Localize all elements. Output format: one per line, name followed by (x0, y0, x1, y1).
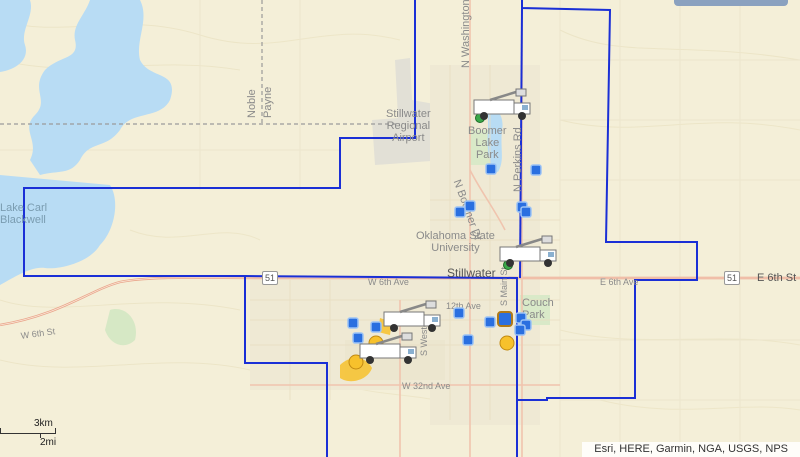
scale-line (0, 433, 56, 434)
outage-marker-icon[interactable] (462, 334, 474, 346)
bucket-truck-icon[interactable] (472, 88, 538, 122)
bucket-truck-icon[interactable] (382, 300, 448, 334)
outage-marker-icon[interactable] (370, 321, 382, 333)
outage-markers (347, 113, 542, 370)
panel-toggle-button[interactable] (674, 0, 788, 6)
outage-cluster-icon (497, 311, 513, 327)
bucket-truck-icon[interactable] (498, 235, 564, 269)
outage-cluster-icon[interactable] (499, 335, 515, 351)
scale-bar: 3km 2mi (0, 418, 70, 450)
outage-marker-icon[interactable] (464, 200, 476, 212)
map-attribution[interactable]: Esri, HERE, Garmin, NGA, USGS, NPS (582, 442, 800, 457)
outage-marker-icon[interactable] (454, 206, 466, 218)
outage-marker-icon[interactable] (520, 206, 532, 218)
scale-mi-label: 2mi (40, 437, 57, 448)
outage-marker-icon[interactable] (347, 317, 359, 329)
scale-km-label: 3km (34, 418, 53, 429)
outage-marker-icon[interactable] (453, 307, 465, 319)
outage-marker-icon[interactable] (530, 164, 542, 176)
outage-marker-icon[interactable] (514, 324, 526, 336)
bucket-truck-icon[interactable] (358, 332, 424, 366)
outage-marker-icon[interactable] (484, 316, 496, 328)
outage-marker-icon[interactable] (485, 163, 497, 175)
